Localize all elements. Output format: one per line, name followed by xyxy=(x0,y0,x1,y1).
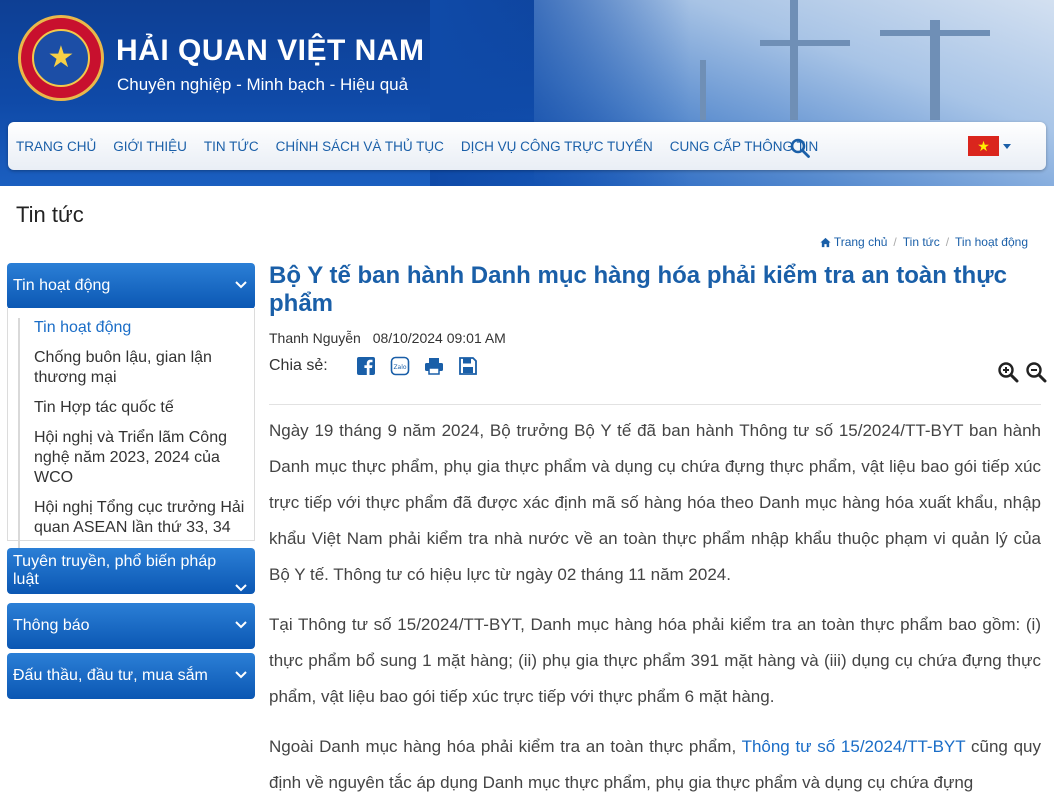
site-header: ★ HẢI QUAN VIỆT NAM Chuyên nghiệp - Minh… xyxy=(0,0,1054,186)
sidebar-item-international-cooperation[interactable]: Tin Hợp tác quốc tế xyxy=(34,398,246,418)
article-meta: Thanh Nguyễn 08/10/2024 09:01 AM xyxy=(269,330,514,346)
nav-item-online-services[interactable]: DỊCH VỤ CÔNG TRỰC TUYẾN xyxy=(461,139,653,154)
vietnam-flag-icon: ★ xyxy=(968,136,999,156)
sidebar-item-activity-news[interactable]: Tin hoạt động xyxy=(34,318,246,338)
article-body: Ngày 19 tháng 9 năm 2024, Bộ trưởng Bộ Y… xyxy=(269,413,1041,801)
sidebar-item-wco-conference[interactable]: Hội nghị và Triển lãm Công nghệ năm 2023… xyxy=(34,428,246,488)
sidebar-section-procurement[interactable]: Đấu thầu, đầu tư, mua sắm xyxy=(7,653,255,699)
nav-item-home[interactable]: TRANG CHỦ xyxy=(16,139,96,154)
nav-item-policy[interactable]: CHÍNH SÁCH VÀ THỦ TỤC xyxy=(276,139,444,154)
svg-text:Zalo: Zalo xyxy=(393,364,406,371)
breadcrumb-news[interactable]: Tin tức xyxy=(903,235,940,249)
site-title[interactable]: HẢI QUAN VIỆT NAM xyxy=(116,34,425,68)
save-icon[interactable] xyxy=(458,356,478,376)
caret-down-icon xyxy=(1003,143,1011,149)
nav-item-about[interactable]: GIỚI THIỆU xyxy=(113,139,187,154)
article-paragraph: Tại Thông tư số 15/2024/TT-BYT, Danh mục… xyxy=(269,615,1041,706)
zoom-in-icon[interactable] xyxy=(997,361,1019,383)
crane-graphic xyxy=(790,0,798,120)
sidebar-item-anti-smuggling[interactable]: Chống buôn lậu, gian lận thương mại xyxy=(34,348,246,388)
sidebar-section-announcements[interactable]: Thông báo xyxy=(7,603,255,649)
article-author: Thanh Nguyễn xyxy=(269,330,361,346)
chevron-down-icon xyxy=(235,584,247,592)
share-bar: Chia sẻ: Zalo xyxy=(269,356,492,376)
chevron-down-icon xyxy=(235,281,247,289)
font-zoom-controls xyxy=(991,361,1047,383)
breadcrumb-activity-news[interactable]: Tin hoạt động xyxy=(955,235,1028,249)
sidebar-section-legal-propaganda[interactable]: Tuyên truyền, phổ biến pháp luật xyxy=(7,548,255,594)
page-title: Tin tức xyxy=(16,202,84,227)
circular-link[interactable]: Thông tư số 15/2024/TT-BYT xyxy=(742,737,966,756)
sidebar-section-activity-news[interactable]: Tin hoạt động xyxy=(7,263,255,309)
nav-menu: TRANG CHỦ GIỚI THIỆU TIN TỨC CHÍNH SÁCH … xyxy=(16,122,835,170)
zalo-icon[interactable]: Zalo xyxy=(390,356,410,376)
breadcrumb-home[interactable]: Trang chủ xyxy=(834,235,888,249)
print-icon[interactable] xyxy=(424,356,444,376)
main-nav: TRANG CHỦ GIỚI THIỆU TIN TỨC CHÍNH SÁCH … xyxy=(8,122,1046,170)
article-title: Bộ Y tế ban hành Danh mục hàng hóa phải … xyxy=(269,262,1007,317)
sidebar-item-asean-conference[interactable]: Hội nghị Tổng cục trưởng Hải quan ASEAN … xyxy=(34,498,246,538)
article-paragraph: Ngày 19 tháng 9 năm 2024, Bộ trưởng Bộ Y… xyxy=(269,421,1041,584)
chevron-down-icon xyxy=(235,621,247,629)
zoom-out-icon[interactable] xyxy=(1025,361,1047,383)
logo-star-icon: ★ xyxy=(32,29,90,87)
customs-logo[interactable]: ★ xyxy=(18,15,104,101)
breadcrumb: Trang chủ / Tin tức / Tin hoạt động xyxy=(820,235,1028,249)
article-paragraph: Ngoài Danh mục hàng hóa phải kiểm tra an… xyxy=(269,737,1041,792)
chevron-down-icon xyxy=(235,671,247,679)
language-selector[interactable]: ★ xyxy=(968,136,1011,156)
article-datetime: 08/10/2024 09:01 AM xyxy=(372,330,506,346)
home-icon xyxy=(820,237,831,247)
facebook-icon[interactable] xyxy=(356,356,376,376)
nav-item-news[interactable]: TIN TỨC xyxy=(204,139,259,154)
search-icon[interactable] xyxy=(790,138,810,158)
share-label: Chia sẻ: xyxy=(269,357,328,374)
divider xyxy=(269,404,1041,405)
site-slogan: Chuyên nghiệp - Minh bạch - Hiệu quả xyxy=(117,75,409,94)
sidebar-submenu: Tin hoạt động Chống buôn lậu, gian lận t… xyxy=(7,308,255,548)
